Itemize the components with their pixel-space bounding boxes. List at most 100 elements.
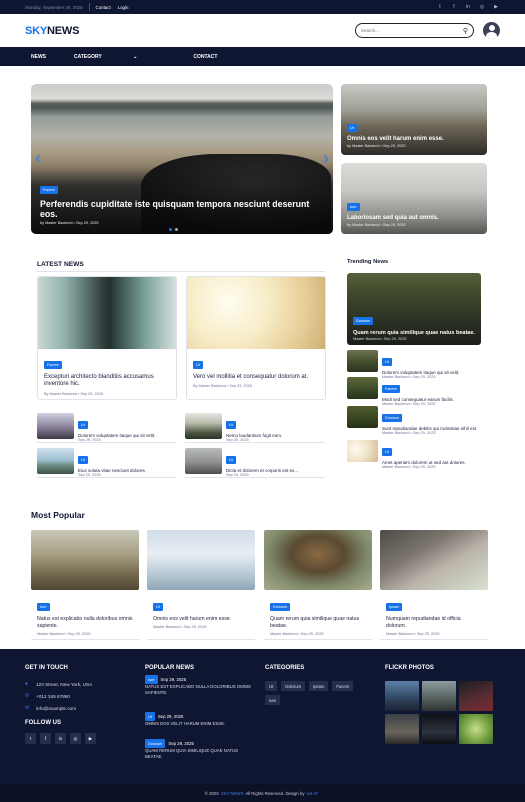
card-image [31,530,139,590]
category-tag[interactable]: Ut [265,681,278,691]
card-meta: Master Backend • Sep 29, 2025 [153,624,207,629]
category-badge[interactable]: Ut [382,448,392,456]
card-title[interactable]: Excepturi architecto blanditiis accusamu… [44,374,170,389]
linkedin-icon[interactable]: in [55,733,66,744]
instagram-icon[interactable]: ◎ [478,3,486,11]
trending-item[interactable]: Ut Dolorem voluptatem itaque qui sit veli… [347,350,487,379]
nav-category[interactable]: CATEGORY ⌄ [74,54,165,60]
news-card[interactable]: Facere Excepturi architecto blanditiis a… [37,276,177,400]
category-badge[interactable]: Ut [193,361,203,369]
list-item[interactable]: Ut Nemo laudantium fugit eum. Sep 29, 2025 [185,413,325,443]
news-card[interactable]: Ut Vero vel mollitia et consequatur dolo… [186,276,326,400]
category-badge[interactable]: Ut [78,421,88,429]
youtube-icon[interactable]: ▶ [85,733,96,744]
flickr-photo[interactable] [459,714,493,744]
email-link[interactable]: info@example.com [36,706,76,711]
side-news-title[interactable]: Omnis eos velit harum enim esse. [347,136,481,142]
category-tag[interactable]: Dolorum [281,681,306,691]
category-badge[interactable]: Dolorum [270,603,291,611]
next-slide-icon[interactable]: › [323,148,329,169]
footer-news-item: Ut Sep 29, 2025 OMNIS EOS VELIT HARUM ENI… [145,712,255,727]
search-icon[interactable]: ⚲ [463,27,468,35]
list-item[interactable]: Ut Eius soluta vitae nesciunt dolores. Sep… [37,448,177,478]
footer-news-title[interactable]: NATUS EST EXPLICABO NULLA DOLORIBUS OMNI… [145,684,255,696]
youtube-icon[interactable]: ▶ [492,3,500,11]
slide-dot[interactable] [169,228,172,231]
linkedin-icon[interactable]: in [464,3,472,11]
category-badge[interactable]: Ut [153,603,163,611]
popular-card[interactable]: Iure Natus est explicabo nulla doloribus … [31,530,139,640]
card-title[interactable]: Quam rerum quia similique quae natus bea… [270,616,366,630]
twitter-icon[interactable]: t [25,733,36,744]
user-avatar[interactable] [483,22,500,39]
category-tag[interactable]: Ipsam [309,681,329,691]
category-badge[interactable]: Ut [78,456,88,464]
category-badge[interactable]: Facere [40,186,58,194]
category-badge[interactable]: Ut [145,712,155,722]
copyright-brand-link[interactable]: SKY NEWS [221,791,244,796]
flickr-photo[interactable] [385,714,419,744]
trending-featured-card[interactable]: Dolorum Quam rerum quia similique quae n… [347,273,481,345]
hero-title[interactable]: Perferendis cupiditate iste quisquam tem… [40,199,323,219]
hero-slider[interactable]: ‹ › Facere Perferendis cupiditate iste q… [31,84,333,234]
card-title[interactable]: Numquam repudiandae id officia dolorum. [386,616,482,630]
trending-item[interactable]: Ut Amet aperiam dolorem ut sed aut dolore… [347,440,487,469]
category-badge[interactable]: Ut [226,456,236,464]
footer-news-title[interactable]: QUAM RERUM QUIA SIMILIQUE QUAE NATUS BEA… [145,748,255,760]
flickr-photo[interactable] [422,681,456,711]
category-badge[interactable]: Iure [145,675,158,685]
category-badge[interactable]: Dolorum [145,739,166,749]
card-title[interactable]: Omnis eos velit harum enim esse. [153,616,249,623]
list-item[interactable]: Ut Dicta et dolorem et corporis est ex...… [185,448,325,478]
category-badge[interactable]: Ut [382,358,392,366]
popular-card[interactable]: Ut Omnis eos velit harum enim esse. Master… [147,530,255,640]
nav-news[interactable]: NEWS [31,54,46,60]
facebook-icon[interactable]: f [40,733,51,744]
get-in-touch-heading: GET IN TOUCH [25,665,68,671]
popular-card[interactable]: Dolorum Quam rerum quia similique quae na… [264,530,372,640]
side-news-title[interactable]: Laboriosam sed quia aut omnis. [347,215,481,221]
side-news-card[interactable]: Iure Laboriosam sed quia aut omnis. by M… [341,163,487,234]
thumbnail [37,448,74,474]
facebook-icon[interactable]: f [450,3,458,11]
flickr-photo[interactable] [385,681,419,711]
slide-dot[interactable] [175,228,178,231]
twitter-icon[interactable]: t [436,3,444,11]
divider [37,271,325,272]
category-tag[interactable]: Facere [332,681,354,691]
trending-featured-title[interactable]: Quam rerum quia similique quae natus bea… [353,330,475,337]
category-badge[interactable]: Facere [382,385,400,393]
flickr-photo[interactable] [459,681,493,711]
category-tag[interactable]: Iure [265,695,281,705]
slider-dots [169,228,178,231]
popular-card[interactable]: Ipsam Numquam repudiandae id officia dolo… [380,530,488,640]
thumbnail [347,350,378,372]
nav-contact[interactable]: CONTACT [193,54,217,60]
side-news-card[interactable]: Ut Omnis eos velit harum enim esse. by M… [341,84,487,155]
category-badge[interactable]: Facere [44,361,62,369]
designer-link[interactable]: sol AT [307,791,319,796]
search-input[interactable] [361,28,461,33]
category-badge[interactable]: Ut [347,124,357,132]
category-badge[interactable]: Dolorum [382,414,403,422]
site-logo[interactable]: SKYNEWS [25,25,79,37]
card-title[interactable]: Natus est explicabo nulla doloribus omni… [37,616,133,630]
category-badge[interactable]: Dolorum [353,317,374,325]
category-badge[interactable]: Ut [226,421,236,429]
category-badge[interactable]: Ipsam [386,603,403,611]
card-image [380,530,488,590]
category-badge[interactable]: Iure [347,203,360,211]
category-badge[interactable]: Iure [37,603,50,611]
contact-link[interactable]: Contact [96,5,111,10]
list-item[interactable]: Ut Dolorem voluptatem itaque qui sit veli… [37,413,177,443]
prev-slide-icon[interactable]: ‹ [35,148,41,169]
flickr-photo[interactable] [422,714,456,744]
card-title[interactable]: Vero vel mollitia et consequatur dolorum… [193,374,319,381]
thumbnail [347,440,378,462]
footer-news-title[interactable]: OMNIS EOS VELIT HARUM ENIM ESSE. [145,721,255,727]
login-link[interactable]: Login [118,5,129,10]
footer-news-date: Sep 29, 2025 [168,740,194,746]
instagram-icon[interactable]: ◎ [70,733,81,744]
trending-item[interactable]: Facere Modi sed consequatur earum facilis… [347,377,487,406]
trending-item[interactable]: Dolorum Sunt repudiandae debitis qui mole… [347,406,487,435]
